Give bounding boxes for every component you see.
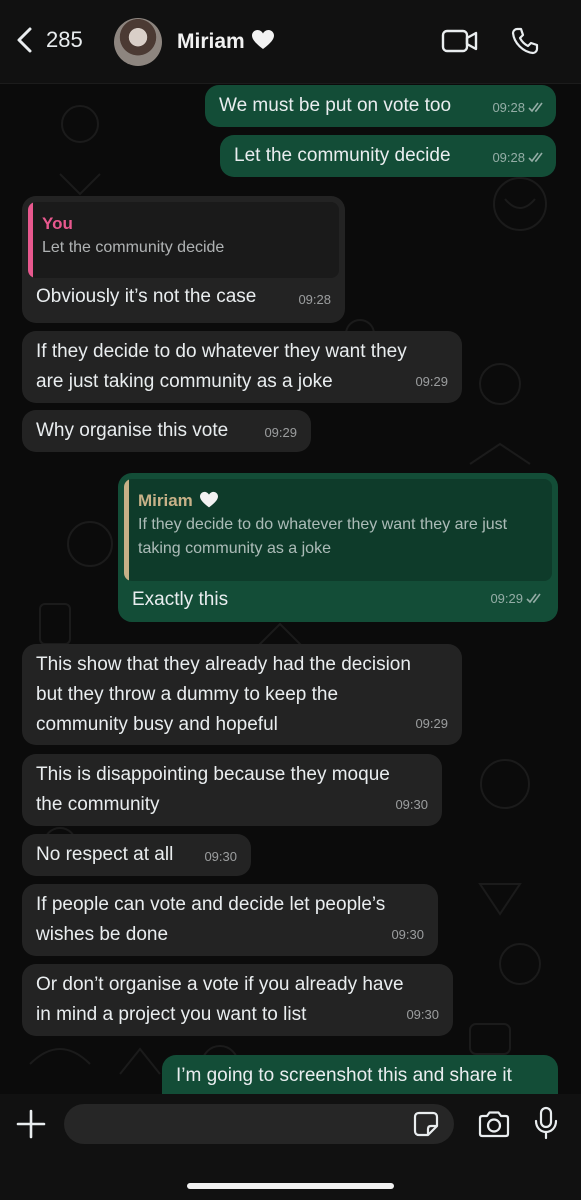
message-text: Obviously it’s not the case: [36, 286, 257, 307]
message-time: 09:28: [492, 100, 525, 115]
message-outgoing-reply[interactable]: Miriam If they decide to do whatever the…: [118, 473, 558, 622]
chat-area: We must be put on vote too 09:28 Let the…: [0, 84, 581, 1100]
message-text: I’m going to screenshot this and share i…: [176, 1065, 512, 1086]
message-time: 09:30: [391, 927, 424, 942]
message-outgoing[interactable]: We must be put on vote too 09:28: [205, 85, 556, 127]
message-meta: 09:28: [492, 143, 546, 173]
white-heart-icon: [199, 491, 218, 508]
message-time: 09:30: [406, 1007, 439, 1022]
unread-count: 285: [46, 27, 83, 52]
message-line: are just taking community as a joke: [36, 371, 333, 392]
message-time: 09:30: [204, 849, 237, 864]
message-time: 09:29: [415, 374, 448, 389]
message-line: This show that they already had the deci…: [36, 654, 411, 675]
message-time: 09:29: [264, 425, 297, 440]
quote-text: Let the community decide: [42, 239, 225, 256]
message-line: If they decide to do whatever they want …: [36, 341, 407, 362]
quote-author-name: Miriam: [138, 491, 193, 510]
message-time: 09:28: [298, 292, 331, 307]
message-incoming[interactable]: Or don’t organise a vote if you already …: [22, 964, 453, 1036]
video-camera-icon[interactable]: [441, 28, 479, 54]
contact-name-text: Miriam: [177, 30, 245, 53]
read-ticks-icon: [528, 152, 543, 163]
message-incoming[interactable]: Why organise this vote 09:29: [22, 410, 311, 452]
message-line: but they throw a dummy to keep the: [36, 684, 339, 705]
message-time: 09:30: [395, 797, 428, 812]
message-incoming[interactable]: If people can vote and decide let people…: [22, 884, 438, 956]
quote-author: You: [42, 214, 73, 233]
message-input[interactable]: [64, 1104, 454, 1144]
message-time: 09:28: [492, 150, 525, 165]
message-line: If people can vote and decide let people…: [36, 894, 386, 915]
message-text: Why organise this vote: [36, 420, 229, 441]
read-ticks-icon: [528, 102, 543, 113]
microphone-icon[interactable]: [533, 1106, 559, 1140]
message-outgoing[interactable]: Let the community decide 09:28: [220, 135, 556, 177]
message-text: No respect at all: [36, 844, 174, 865]
quote-author: Miriam: [138, 489, 540, 513]
home-indicator: [187, 1183, 394, 1189]
phone-icon[interactable]: [510, 26, 540, 56]
message-line: in mind a project you want to list: [36, 1004, 307, 1025]
quote-line: If they decide to do whatever they want …: [138, 516, 508, 533]
message-meta: 09:29: [490, 584, 544, 614]
message-time: 09:29: [415, 716, 448, 731]
white-heart-icon: [251, 30, 274, 49]
message-line: the community: [36, 794, 160, 815]
message-meta: 09:28: [492, 93, 546, 123]
contact-name[interactable]: Miriam: [177, 29, 275, 54]
quoted-message[interactable]: Miriam If they decide to do whatever the…: [124, 479, 552, 581]
message-text: Exactly this: [132, 589, 229, 610]
camera-icon[interactable]: [477, 1110, 511, 1138]
message-text: Let the community decide: [234, 145, 451, 166]
message-incoming-reply[interactable]: You Let the community decide Obviously i…: [22, 196, 345, 323]
quote-line: taking community as a joke: [138, 540, 331, 557]
message-incoming[interactable]: This show that they already had the deci…: [22, 644, 462, 745]
read-ticks-icon: [526, 593, 541, 604]
plus-icon[interactable]: [16, 1109, 46, 1139]
avatar[interactable]: [114, 18, 162, 66]
message-incoming[interactable]: If they decide to do whatever they want …: [22, 331, 462, 403]
message-composer-bar: [0, 1094, 581, 1200]
chevron-left-icon: [17, 27, 32, 53]
message-line: Or don’t organise a vote if you already …: [36, 974, 404, 995]
back-button[interactable]: 285: [14, 26, 83, 54]
message-line: community busy and hopeful: [36, 714, 278, 735]
chat-header: 285 Miriam: [0, 0, 581, 84]
sticker-icon[interactable]: [412, 1110, 440, 1138]
message-text: We must be put on vote too: [219, 95, 452, 116]
message-line: This is disappointing because they moque: [36, 764, 390, 785]
message-incoming[interactable]: No respect at all 09:30: [22, 834, 251, 876]
message-line: wishes be done: [36, 924, 169, 945]
quoted-message[interactable]: You Let the community decide: [28, 202, 339, 278]
message-time: 09:29: [490, 591, 523, 606]
message-incoming[interactable]: This is disappointing because they moque…: [22, 754, 442, 826]
